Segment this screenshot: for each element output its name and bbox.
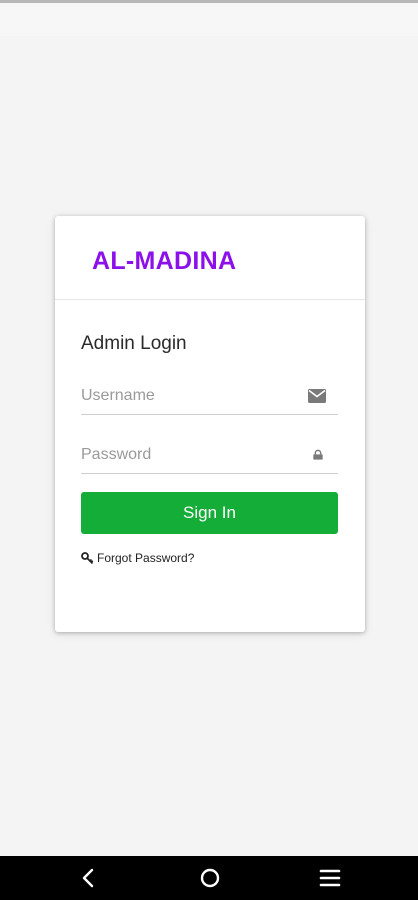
key-icon [81,552,94,564]
card-header: AL-MADINA [55,216,365,300]
brand-title: AL-MADINA [92,247,237,275]
menu-lines-icon[interactable] [317,866,343,890]
home-circle-icon[interactable] [197,866,223,890]
username-field [81,379,338,415]
envelope-icon [308,389,326,403]
username-input[interactable] [81,379,301,413]
password-input[interactable] [81,438,301,472]
sign-in-button[interactable]: Sign In [81,492,338,534]
login-card: AL-MADINA Admin Login Sign In Forgot Pas… [55,216,365,632]
password-field [81,438,338,474]
forgot-password-link[interactable]: Forgot Password? [81,550,194,566]
system-nav-bar [0,856,418,900]
status-bar [0,0,418,36]
back-chevron-icon[interactable] [76,866,102,890]
forgot-password-label: Forgot Password? [97,551,195,565]
login-title: Admin Login [81,333,187,354]
lock-icon [313,449,323,460]
